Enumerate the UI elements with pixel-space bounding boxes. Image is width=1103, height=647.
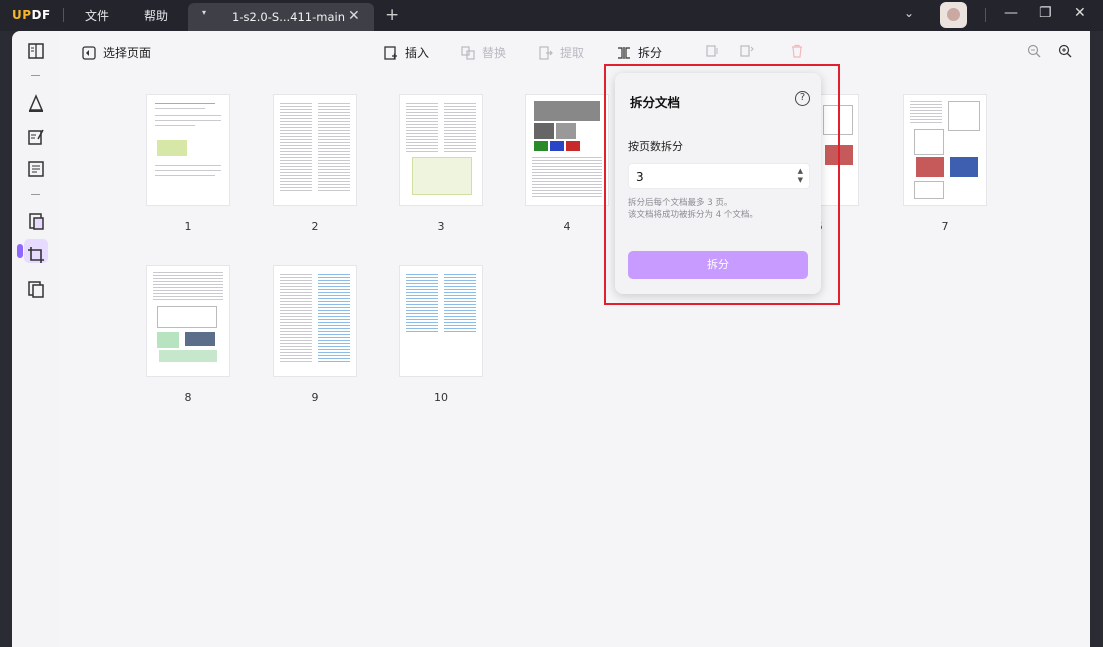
page-number: 4 [563, 220, 571, 233]
avatar[interactable] [940, 2, 967, 28]
zoom-in-icon[interactable] [1058, 44, 1072, 58]
insert-label: 插入 [405, 46, 430, 60]
divider [985, 8, 986, 22]
zoom-out-icon[interactable] [1027, 44, 1041, 58]
page-number: 3 [437, 220, 445, 233]
replace-button[interactable]: 替换 [461, 44, 506, 61]
page-number: 1 [184, 220, 192, 233]
divider [63, 8, 64, 22]
new-tab-icon[interactable]: + [385, 5, 399, 25]
minimize-icon[interactable]: — [1004, 5, 1018, 21]
insert-button[interactable]: 插入 [384, 44, 429, 61]
select-pages-button[interactable]: 选择页面 [82, 44, 151, 61]
insert-icon [384, 45, 398, 60]
page-number: 8 [184, 391, 192, 404]
active-marker [17, 244, 23, 258]
window-border [1090, 31, 1103, 647]
page-thumbnail[interactable] [273, 94, 357, 206]
page-number: 7 [941, 220, 949, 233]
page-thumbnail[interactable] [146, 94, 230, 206]
page-thumbnail[interactable] [525, 94, 609, 206]
tab-title: 1-s2.0-S...411-main [232, 10, 345, 24]
divider [31, 194, 40, 195]
left-sidebar [12, 31, 59, 647]
page-thumbnail[interactable] [399, 265, 483, 377]
select-pages-label: 选择页面 [103, 46, 152, 60]
menu-file[interactable]: 文件 [85, 7, 109, 24]
rotate-right-icon[interactable] [740, 44, 754, 58]
extract-icon [539, 45, 553, 60]
split-button[interactable]: 拆分 [617, 44, 662, 61]
title-bar: UPDF 文件 帮助 ▾ 1-s2.0-S...411-main ✕ + ⌄ —… [0, 0, 1103, 31]
page-number: 10 [434, 391, 448, 404]
restore-icon[interactable]: ❐ [1039, 5, 1052, 21]
highlight-box [604, 64, 840, 305]
extract-label: 提取 [560, 46, 585, 60]
organize-pages-icon[interactable] [26, 211, 46, 231]
app-logo: UPDF [12, 8, 51, 22]
tab-close-icon[interactable]: ✕ [348, 8, 360, 24]
pages-tool-icon[interactable] [26, 279, 46, 299]
page-number: 2 [311, 220, 319, 233]
page-thumbnail[interactable] [146, 265, 230, 377]
split-label: 拆分 [638, 46, 663, 60]
delete-icon[interactable] [790, 44, 804, 58]
tab-dropdown-icon[interactable]: ▾ [202, 8, 206, 17]
page-thumbnail[interactable] [903, 94, 987, 206]
replace-label: 替换 [482, 46, 507, 60]
crop-icon[interactable] [26, 245, 46, 265]
document-tab[interactable]: ▾ 1-s2.0-S...411-main ✕ [188, 3, 374, 31]
close-window-icon[interactable]: ✕ [1074, 5, 1086, 21]
main-area: 选择页面 插入 替换 提取 拆分 1 2 3 4 7 8 9 10 [59, 31, 1090, 647]
edit-icon[interactable] [26, 127, 46, 147]
reader-icon[interactable] [26, 41, 46, 61]
page-thumbnail[interactable] [273, 265, 357, 377]
rotate-left-icon[interactable] [705, 44, 719, 58]
page-number: 9 [311, 391, 319, 404]
select-pages-icon [82, 45, 96, 60]
divider [31, 75, 40, 76]
comment-icon[interactable] [26, 93, 46, 113]
menu-help[interactable]: 帮助 [144, 7, 168, 24]
form-icon[interactable] [26, 159, 46, 179]
chevron-down-icon[interactable]: ⌄ [904, 6, 914, 20]
split-icon [617, 46, 631, 60]
extract-button[interactable]: 提取 [539, 44, 584, 61]
replace-icon [461, 45, 475, 60]
page-thumbnail[interactable] [399, 94, 483, 206]
